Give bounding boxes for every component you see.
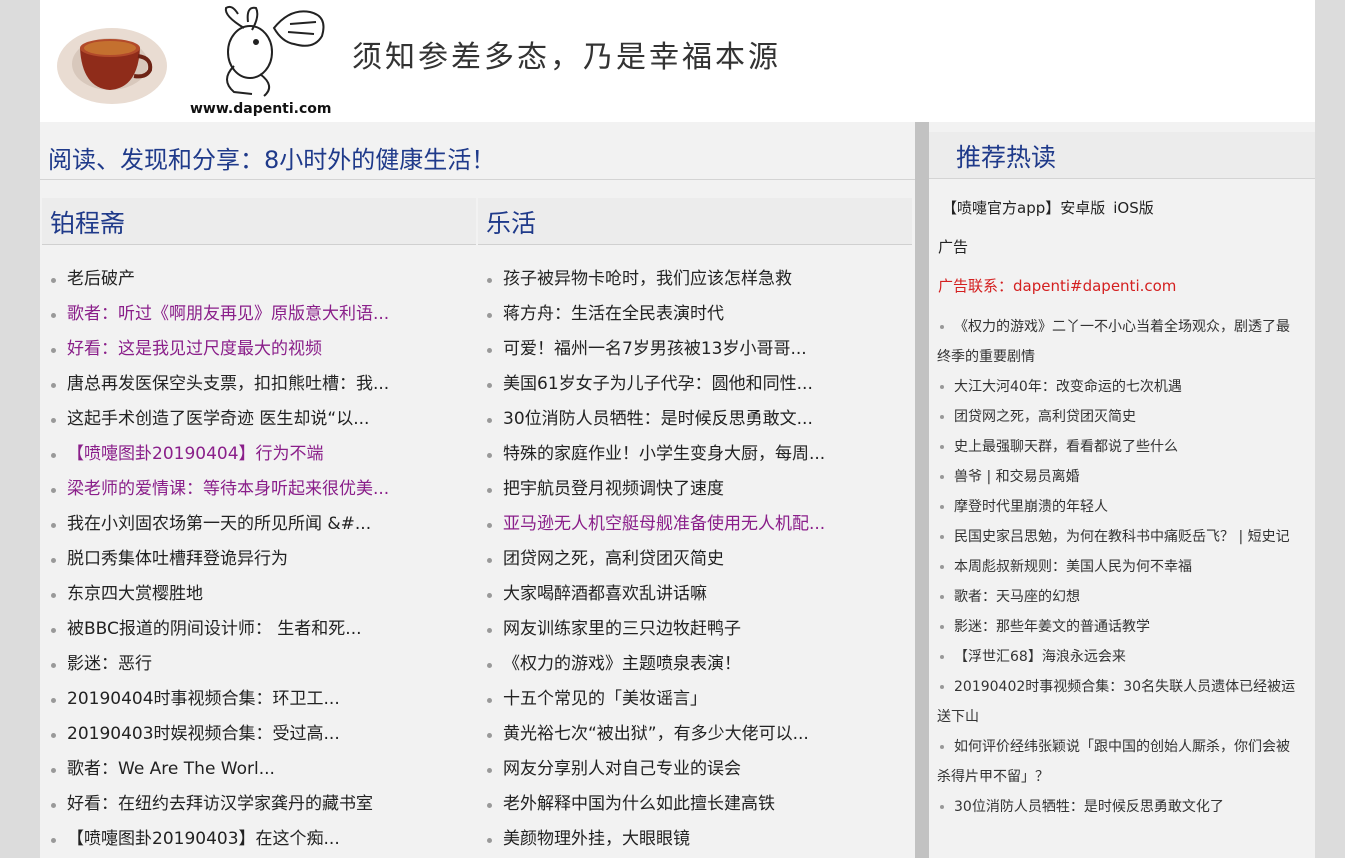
ios-link[interactable]: iOS版 (1113, 199, 1154, 217)
rabbit-logo-icon (224, 5, 325, 97)
hot-article-link[interactable]: 影迷：那些年姜文的普通话教学 (937, 612, 1303, 642)
article-link[interactable]: 黄光裕七次“被出狱”，有多少大佬可以... (478, 717, 825, 752)
article-link[interactable]: 脱口秀集体吐槽拜登诡异行为 (42, 542, 389, 577)
hot-article-link[interactable]: 歌者：天马座的幻想 (937, 582, 1303, 612)
sidebar: 推荐热读 【喷嚏官方app】安卓版 iOS版 广告 广告联系：dapenti#da… (929, 122, 1315, 858)
article-link[interactable]: 梁老师的爱情课：等待本身听起来很优美... (42, 472, 389, 507)
article-link[interactable]: 团贷网之死，高利贷团灭简史 (478, 542, 825, 577)
ad-label: 广告 (938, 238, 969, 256)
article-link[interactable]: 好看：在纽约去拜访汉学家龚丹的藏书室 (42, 787, 389, 822)
article-link[interactable]: 东京四大赏樱胜地 (42, 577, 389, 612)
article-link[interactable]: 网友分享别人对自己专业的误会 (478, 752, 825, 787)
site-header: www.dapenti.com 须知参差多态，乃是幸福本源 (40, 0, 1315, 122)
article-link[interactable]: 歌者：We Are The Worl... (42, 752, 389, 787)
site-slogan: 须知参差多态，乃是幸福本源 (352, 40, 781, 75)
hot-article-link[interactable]: 本周彪叔新规则：美国人民为何不幸福 (937, 552, 1303, 582)
sidebar-heading-text: 推荐热读 (956, 143, 1057, 172)
column-bochengzhai: 铂程斋 老后破产 歌者：听过《啊朋友再见》原版意大利语... 好看：这是我见过尺度最… (42, 198, 476, 849)
page-title: 阅读、发现和分享：8小时外的健康生活！ (48, 146, 496, 174)
article-link[interactable]: 《权力的游戏》主题喷泉表演！ (478, 647, 825, 682)
article-link[interactable]: 【喷嚏图卦20190404】行为不端 (42, 437, 389, 472)
main-title-bar: 阅读、发现和分享：8小时外的健康生活！ (40, 132, 915, 180)
hot-article-link[interactable]: 如何评价经纬张颖说「跟中国的创始人厮杀，你们会被杀得片甲不留」？ (937, 732, 1303, 792)
article-link[interactable]: 好看：这是我见过尺度最大的视频 (42, 332, 389, 367)
column-heading-text[interactable]: 乐活 (486, 204, 536, 240)
hot-article-link[interactable]: 20190402时事视频合集：30名失联人员遗体已经被运送下山 (937, 672, 1303, 732)
column-lehuo: 乐活 孩子被异物卡呛时，我们应该怎样急救 蒋方舟：生活在全民表演时代 可爱！福州一名… (478, 198, 912, 849)
article-link[interactable]: 网友训练家里的三只边牧赶鸭子 (478, 612, 825, 647)
article-link[interactable]: 把宇航员登月视频调快了速度 (478, 472, 825, 507)
article-link[interactable]: 大家喝醉酒都喜欢乱讲话嘛 (478, 577, 825, 612)
article-link[interactable]: 美国61岁女子为儿子代孕：圆他和同性... (478, 367, 825, 402)
teacup-logo-icon (57, 28, 167, 104)
hot-list: 《权力的游戏》二丫一不小心当着全场观众，剧透了最终季的重要剧情 大江大河40年：改… (937, 312, 1303, 822)
hot-article-link[interactable]: 大江大河40年：改变命运的七次机遇 (937, 372, 1303, 402)
column-heading: 乐活 (478, 198, 912, 245)
app-label: 【喷嚏官方app】 (942, 199, 1061, 217)
hot-article-link[interactable]: 民国史家吕思勉，为何在教科书中痛贬岳飞？ | 短史记 (937, 522, 1303, 552)
hot-article-link[interactable]: 【浮世汇68】海浪永远会来 (937, 642, 1303, 672)
article-link[interactable]: 歌者：听过《啊朋友再见》原版意大利语... (42, 297, 389, 332)
hot-article-link[interactable]: 摩登时代里崩溃的年轻人 (937, 492, 1303, 522)
article-link[interactable]: 孩子被异物卡呛时，我们应该怎样急救 (478, 262, 825, 297)
hot-article-link[interactable]: 《权力的游戏》二丫一不小心当着全场观众，剧透了最终季的重要剧情 (937, 312, 1303, 372)
app-links: 【喷嚏官方app】安卓版 iOS版 (942, 197, 1162, 218)
page: www.dapenti.com 须知参差多态，乃是幸福本源 阅读、发现和分享：8… (40, 0, 1315, 858)
column-divider (915, 122, 929, 858)
article-link[interactable]: 【喷嚏图卦20190403】在这个痴... (42, 822, 389, 857)
article-link[interactable]: 老后破产 (42, 262, 389, 297)
android-link[interactable]: 安卓版 (1060, 199, 1105, 217)
hot-article-link[interactable]: 史上最强聊天群，看看都说了些什么 (937, 432, 1303, 462)
article-link[interactable]: 蒋方舟：生活在全民表演时代 (478, 297, 825, 332)
column-heading: 铂程斋 (42, 198, 476, 245)
page-scrollbar[interactable] (1315, 0, 1345, 858)
article-link[interactable]: 我在小刘固农场第一天的所见所闻 &#... (42, 507, 389, 542)
ad-contact: 广告联系：dapenti#dapenti.com (938, 277, 1177, 295)
article-link[interactable]: 可爱！福州一名7岁男孩被13岁小哥哥... (478, 332, 825, 367)
article-link[interactable]: 30位消防人员牺牲：是时候反思勇敢文... (478, 402, 825, 437)
article-link[interactable]: 美颜物理外挂，大眼眼镜 (478, 822, 825, 857)
hot-article-link[interactable]: 兽爷 | 和交易员离婚 (937, 462, 1303, 492)
article-link[interactable]: 老外解释中国为什么如此擅长建高铁 (478, 787, 825, 822)
article-link[interactable]: 影迷：恶行 (42, 647, 389, 682)
article-link[interactable]: 唐总再发医保空头支票，扣扣熊吐槽：我... (42, 367, 389, 402)
column-heading-text[interactable]: 铂程斋 (50, 204, 125, 240)
article-link[interactable]: 这起手术创造了医学奇迹 医生却说“以... (42, 402, 389, 437)
sidebar-heading: 推荐热读 (929, 132, 1315, 179)
hot-article-link[interactable]: 团贷网之死，高利贷团灭简史 (937, 402, 1303, 432)
article-link[interactable]: 20190404时事视频合集：环卫工... (42, 682, 389, 717)
hot-article-link[interactable]: 30位消防人员牺牲：是时候反思勇敢文化了 (937, 792, 1303, 822)
article-list: 老后破产 歌者：听过《啊朋友再见》原版意大利语... 好看：这是我见过尺度最大的视频… (42, 262, 389, 857)
article-link[interactable]: 20190403时娱视频合集：受过高... (42, 717, 389, 752)
article-link[interactable]: 亚马逊无人机空艇母舰准备使用无人机配... (478, 507, 825, 542)
article-list: 孩子被异物卡呛时，我们应该怎样急救 蒋方舟：生活在全民表演时代 可爱！福州一名7岁男… (478, 262, 825, 857)
article-link[interactable]: 被BBC报道的阴间设计师： 生者和死... (42, 612, 389, 647)
article-link[interactable]: 十五个常见的「美妆谣言」 (478, 682, 825, 717)
article-link[interactable]: 特殊的家庭作业！小学生变身大厨，每周... (478, 437, 825, 472)
site-url[interactable]: www.dapenti.com (190, 101, 332, 117)
